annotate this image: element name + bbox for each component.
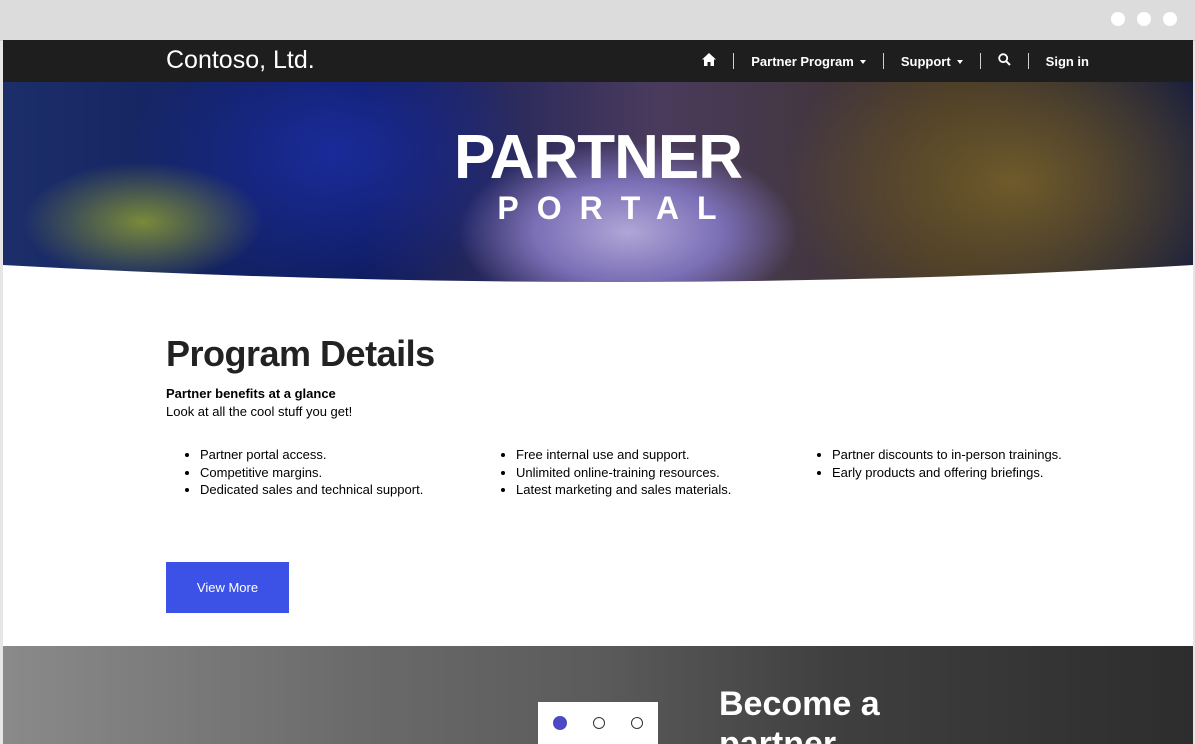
title-line: Become a — [719, 685, 880, 723]
become-partner-title: Become a partner — [719, 684, 880, 744]
hero-subtitle: PORTAL — [497, 190, 735, 226]
window-control-dot[interactable] — [1163, 12, 1177, 26]
title-line: partner — [719, 725, 837, 744]
brand-logo[interactable]: Contoso, Ltd. — [166, 46, 315, 75]
list-item: Partner portal access. — [200, 446, 482, 464]
nav-item-partner-program[interactable]: Partner Program — [751, 54, 866, 69]
section-subtitle: Partner benefits at a glance — [166, 386, 336, 401]
benefits-columns: Partner portal access. Competitive margi… — [166, 446, 1114, 499]
carousel-dot-1[interactable] — [553, 716, 567, 730]
window-control-dot[interactable] — [1111, 12, 1125, 26]
carousel-indicators — [538, 702, 658, 744]
home-icon[interactable] — [702, 53, 717, 69]
chevron-down-icon — [859, 60, 866, 65]
browser-chrome — [0, 0, 1195, 41]
nav-divider — [1027, 53, 1029, 69]
chevron-down-icon — [956, 60, 963, 65]
carousel-dot-2[interactable] — [593, 717, 605, 729]
list-item: Competitive margins. — [200, 464, 482, 482]
view-more-button[interactable]: View More — [166, 562, 289, 613]
nav-menu: Partner Program Support Sign in — [702, 40, 1089, 82]
list-item: Dedicated sales and technical support. — [200, 481, 482, 499]
search-icon[interactable] — [997, 53, 1011, 69]
page-title: Program Details — [166, 333, 435, 374]
benefits-column-2: Free internal use and support. Unlimited… — [482, 446, 798, 499]
window-control-dot[interactable] — [1137, 12, 1151, 26]
hero-banner: PARTNER PORTAL — [3, 82, 1193, 287]
list-item: Unlimited online-training resources. — [516, 464, 798, 482]
nav-divider — [882, 53, 884, 69]
page-frame: Contoso, Ltd. Partner Program Support Si… — [3, 40, 1193, 744]
nav-divider — [979, 53, 981, 69]
hero-title: PARTNER — [453, 123, 743, 192]
list-item: Early products and offering briefings. — [832, 464, 1114, 482]
become-partner-section: Become a partner — [3, 646, 1193, 744]
list-item: Partner discounts to in-person trainings… — [832, 446, 1114, 464]
program-details-section: Program Details Partner benefits at a gl… — [166, 333, 1066, 613]
hero-curve — [3, 265, 1193, 287]
benefits-column-3: Partner discounts to in-person trainings… — [798, 446, 1114, 499]
sign-in-link[interactable]: Sign in — [1046, 54, 1089, 69]
nav-divider — [733, 53, 735, 69]
nav-item-support[interactable]: Support — [901, 54, 963, 69]
list-item: Latest marketing and sales materials. — [516, 481, 798, 499]
list-item: Free internal use and support. — [516, 446, 798, 464]
window-controls — [1111, 12, 1177, 26]
top-navigation: Contoso, Ltd. Partner Program Support Si… — [3, 40, 1193, 82]
section-description: Look at all the cool stuff you get! — [166, 404, 353, 419]
benefits-column-1: Partner portal access. Competitive margi… — [166, 446, 482, 499]
carousel-dot-3[interactable] — [631, 717, 643, 729]
